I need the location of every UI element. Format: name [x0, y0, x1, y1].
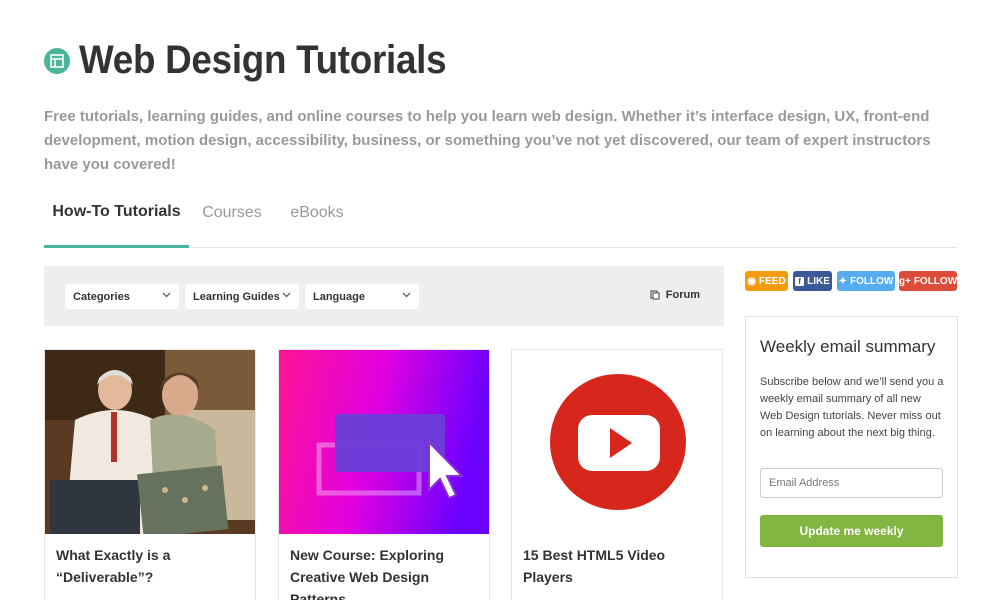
update-me-weekly-button[interactable]: Update me weekly — [760, 515, 943, 547]
twitter-follow-label: FOLLOW — [850, 275, 894, 287]
forum-label: Forum — [665, 289, 700, 301]
google-follow-label: FOLLOW — [913, 275, 958, 287]
email-summary-text: Subscribe below and we’ll send you a wee… — [760, 376, 944, 439]
tutorial-card[interactable]: New Course: Exploring Creative Web Desig… — [278, 349, 490, 600]
topic-logo-icon — [44, 47, 70, 74]
tutorial-card[interactable]: 15 Best HTML5 Video Players — [511, 349, 723, 600]
google-plus-icon: g+ — [898, 275, 911, 287]
card-title: What Exactly is a “Deliverable”? — [56, 547, 171, 585]
learning-guides-select[interactable]: Learning Guides — [185, 284, 299, 309]
page-description: Free tutorials, learning guides, and onl… — [44, 108, 931, 173]
email-summary-heading: Weekly email summary — [760, 337, 936, 356]
chevron-down-icon — [402, 292, 411, 298]
twitter-follow-button[interactable]: ✦ FOLLOW — [837, 271, 895, 291]
google-plus-follow-button[interactable]: g+ FOLLOW — [899, 271, 957, 291]
rss-icon: ◉ — [747, 275, 757, 287]
chevron-down-icon — [282, 292, 291, 298]
categories-select[interactable]: Categories — [65, 284, 179, 309]
content-tabs: How-To Tutorials Courses eBooks — [44, 178, 957, 248]
filter-bar: Categories Learning Guides Language Foru… — [44, 266, 724, 326]
tutorial-card[interactable]: What Exactly is a “Deliverable”? — [44, 349, 256, 600]
email-summary-widget: Weekly email summary Subscribe below and… — [745, 316, 958, 578]
facebook-icon: f — [795, 276, 805, 286]
page-header: Web Design Tutorials — [44, 38, 478, 83]
card-title: 15 Best HTML5 Video Players — [523, 547, 666, 585]
page-title: Web Design Tutorials — [79, 38, 447, 82]
language-select[interactable]: Language — [305, 284, 419, 309]
facebook-like-button[interactable]: f LIKE — [793, 271, 832, 291]
twitter-icon: ✦ — [838, 275, 848, 287]
forum-link[interactable]: Forum — [650, 289, 700, 301]
forum-icon — [650, 290, 660, 300]
feed-label: FEED — [759, 275, 786, 287]
tab-how-to-tutorials[interactable]: How-To Tutorials — [44, 178, 189, 248]
learning-guides-label: Learning Guides — [193, 290, 280, 303]
categories-label: Categories — [73, 290, 130, 303]
tab-ebooks[interactable]: eBooks — [281, 178, 353, 248]
chevron-down-icon — [162, 292, 171, 298]
like-label: LIKE — [807, 275, 830, 287]
email-field[interactable] — [760, 468, 943, 498]
rss-feed-button[interactable]: ◉ FEED — [745, 271, 788, 291]
card-thumbnail — [512, 350, 722, 534]
tab-courses[interactable]: Courses — [189, 178, 275, 248]
card-title: New Course: Exploring Creative Web Desig… — [290, 547, 445, 600]
card-thumbnail — [279, 350, 489, 534]
card-thumbnail — [45, 350, 255, 534]
language-label: Language — [313, 290, 365, 303]
